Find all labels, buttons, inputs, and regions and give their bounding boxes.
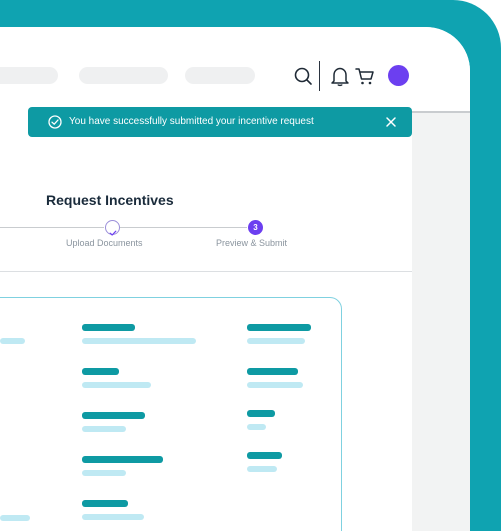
step-label: Preview & Submit: [216, 238, 288, 248]
placeholder-line: [82, 368, 119, 375]
placeholder-line: [82, 470, 126, 476]
placeholder-line: [247, 324, 311, 331]
nav-link-placeholder[interactable]: [185, 67, 255, 84]
placeholder-line: [82, 324, 135, 331]
placeholder-line: [247, 466, 277, 472]
placeholder-line: [247, 382, 303, 388]
close-icon[interactable]: [384, 115, 398, 129]
avatar[interactable]: [388, 65, 409, 86]
nav-link-placeholder[interactable]: [79, 67, 168, 84]
bell-icon[interactable]: [329, 65, 351, 87]
placeholder-line: [82, 500, 128, 507]
top-nav-bar: [0, 27, 470, 113]
page-title: Request Incentives: [46, 192, 174, 208]
step-label: Upload Documents: [66, 238, 143, 248]
success-toast: You have successfully submitted your inc…: [28, 107, 412, 137]
placeholder-line: [247, 410, 275, 417]
placeholder-line: [82, 382, 151, 388]
placeholder-line: [82, 412, 145, 419]
nav-link-placeholder[interactable]: [0, 67, 58, 84]
check-circle-icon: [48, 115, 62, 129]
stepper-connector: [120, 227, 247, 228]
nav-divider: [319, 61, 320, 91]
stepper-connector: [0, 227, 104, 228]
placeholder-line: [82, 514, 144, 520]
toast-message: You have successfully submitted your inc…: [69, 116, 314, 127]
placeholder-line: [82, 426, 126, 432]
cart-icon[interactable]: [354, 65, 376, 87]
summary-panel: [0, 297, 342, 531]
placeholder-line: [247, 368, 298, 375]
placeholder-line: [82, 338, 196, 344]
placeholder-line: [247, 452, 282, 459]
section-divider: [0, 271, 412, 272]
check-icon: [109, 224, 117, 236]
placeholder-line: [247, 338, 305, 344]
placeholder-line: [247, 424, 266, 430]
placeholder-line: [0, 338, 25, 344]
step-upload-documents[interactable]: [105, 220, 120, 236]
step-preview-submit[interactable]: 3: [248, 220, 263, 235]
search-icon[interactable]: [292, 65, 314, 87]
placeholder-line: [0, 515, 30, 521]
placeholder-line: [82, 456, 163, 463]
